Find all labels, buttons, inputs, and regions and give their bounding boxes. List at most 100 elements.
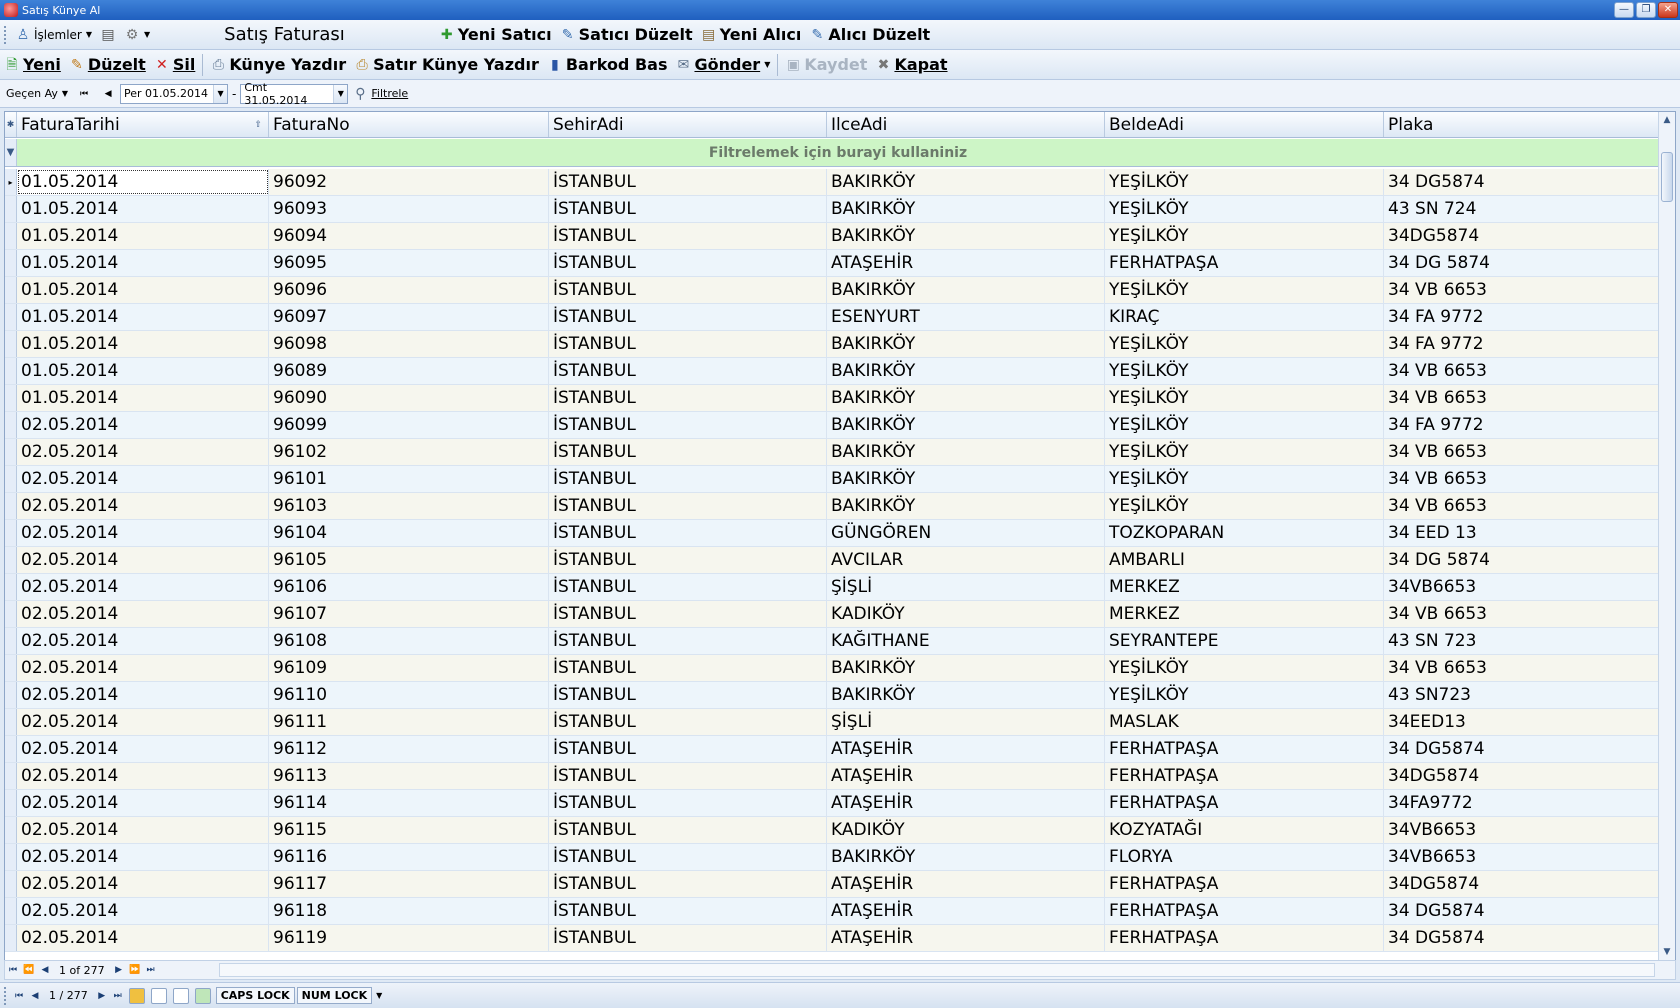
table-cell-ilceadi[interactable]: BAKIRKÖY xyxy=(827,196,1105,222)
table-cell-sehiradi[interactable]: İSTANBUL xyxy=(549,790,827,816)
table-cell-faturano[interactable]: 96117 xyxy=(269,871,549,897)
table-cell-faturatarihi[interactable]: 02.05.2014 xyxy=(17,817,269,843)
table-cell-beldeadi[interactable]: YEŞİLKÖY xyxy=(1105,385,1384,411)
settings-menu[interactable]: ⚙ ▼ xyxy=(120,23,154,47)
last-record-icon[interactable]: ⏭ xyxy=(110,991,126,1001)
chevron-down-icon[interactable]: ▼ xyxy=(333,84,348,103)
islemler-menu[interactable]: ♙ İşlemler ▼ xyxy=(11,23,96,47)
page-icon[interactable] xyxy=(172,987,189,1004)
table-row[interactable]: 01.05.2014 96095 İSTANBUL ATAŞEHİR FERHATPAŞ… xyxy=(5,250,1659,277)
table-cell-faturatarihi[interactable]: 01.05.2014 xyxy=(17,223,269,249)
table-cell-faturatarihi[interactable]: 01.05.2014 xyxy=(17,358,269,384)
table-cell-faturano[interactable]: 96107 xyxy=(269,601,549,627)
horizontal-scrollbar[interactable] xyxy=(218,963,1655,977)
table-row[interactable]: 02.05.2014 96105 İSTANBUL AVCILAR AMBARLI 34 … xyxy=(5,547,1659,574)
table-cell-faturatarihi[interactable]: 02.05.2014 xyxy=(17,763,269,789)
scroll-thumb[interactable] xyxy=(1661,152,1673,202)
table-cell-faturano[interactable]: 96090 xyxy=(269,385,549,411)
table-cell-beldeadi[interactable]: TOZKOPARAN xyxy=(1105,520,1384,546)
table-cell-faturano[interactable]: 96099 xyxy=(269,412,549,438)
table-cell-beldeadi[interactable]: YEŞİLKÖY xyxy=(1105,196,1384,222)
row-indicator[interactable] xyxy=(5,763,17,789)
row-indicator[interactable] xyxy=(5,655,17,681)
table-cell-sehiradi[interactable]: İSTANBUL xyxy=(549,601,827,627)
table-cell-faturano[interactable]: 96112 xyxy=(269,736,549,762)
table-cell-faturatarihi[interactable]: 02.05.2014 xyxy=(17,412,269,438)
table-cell-ilceadi[interactable]: BAKIRKÖY xyxy=(827,223,1105,249)
table-cell-plaka[interactable]: 43 SN 723 xyxy=(1384,628,1659,654)
table-row[interactable]: 02.05.2014 96119 İSTANBUL ATAŞEHİR FERHATPAŞ… xyxy=(5,925,1659,952)
print-kunye-button[interactable]: ⎙ Künye Yazdır xyxy=(206,53,350,77)
table-cell-plaka[interactable]: 34DG5874 xyxy=(1384,871,1659,897)
table-cell-sehiradi[interactable]: İSTANBUL xyxy=(549,196,827,222)
table-row[interactable]: 02.05.2014 96118 İSTANBUL ATAŞEHİR FERHATPAŞ… xyxy=(5,898,1659,925)
table-row[interactable]: 02.05.2014 96102 İSTANBUL BAKIRKÖY YEŞİLKÖY 3… xyxy=(5,439,1659,466)
table-cell-faturano[interactable]: 96110 xyxy=(269,682,549,708)
table-cell-plaka[interactable]: 34 FA 9772 xyxy=(1384,304,1659,330)
table-cell-sehiradi[interactable]: İSTANBUL xyxy=(549,763,827,789)
table-cell-ilceadi[interactable]: BAKIRKÖY xyxy=(827,169,1105,195)
table-cell-ilceadi[interactable]: AVCILAR xyxy=(827,547,1105,573)
table-cell-beldeadi[interactable]: YEŞİLKÖY xyxy=(1105,358,1384,384)
table-cell-plaka[interactable]: 34 VB 6653 xyxy=(1384,493,1659,519)
table-cell-sehiradi[interactable]: İSTANBUL xyxy=(549,331,827,357)
table-cell-sehiradi[interactable]: İSTANBUL xyxy=(549,628,827,654)
column-header-faturatarihi[interactable]: FaturaTarihi ⇧ xyxy=(17,112,269,137)
chart-button[interactable]: ▤ xyxy=(96,23,120,47)
minimize-button[interactable]: — xyxy=(1614,2,1634,18)
vertical-scrollbar[interactable]: ▲ ▼ xyxy=(1658,112,1675,960)
restore-button[interactable]: ❐ xyxy=(1636,2,1656,18)
calculator-icon[interactable] xyxy=(128,987,145,1004)
row-indicator[interactable] xyxy=(5,196,17,222)
table-cell-sehiradi[interactable]: İSTANBUL xyxy=(549,709,827,735)
prev-period-button[interactable]: ◀ xyxy=(96,82,120,106)
table-cell-beldeadi[interactable]: YEŞİLKÖY xyxy=(1105,277,1384,303)
table-cell-faturano[interactable]: 96108 xyxy=(269,628,549,654)
table-cell-faturatarihi[interactable]: 01.05.2014 xyxy=(17,304,269,330)
table-cell-plaka[interactable]: 43 SN723 xyxy=(1384,682,1659,708)
row-indicator[interactable] xyxy=(5,601,17,627)
table-cell-beldeadi[interactable]: MASLAK xyxy=(1105,709,1384,735)
table-cell-faturatarihi[interactable]: 02.05.2014 xyxy=(17,574,269,600)
next-page-icon[interactable]: ⏩ xyxy=(127,965,143,975)
table-row[interactable]: 02.05.2014 96107 İSTANBUL KADIKÖY MERKEZ 34 V… xyxy=(5,601,1659,628)
table-cell-faturano[interactable]: 96109 xyxy=(269,655,549,681)
table-cell-faturatarihi[interactable]: 01.05.2014 xyxy=(17,196,269,222)
next-record-icon[interactable]: ▶ xyxy=(94,991,110,1001)
table-cell-faturano[interactable]: 96111 xyxy=(269,709,549,735)
table-row[interactable]: 02.05.2014 96112 İSTANBUL ATAŞEHİR FERHATPAŞ… xyxy=(5,736,1659,763)
save-button[interactable]: ▣ Kaydet xyxy=(781,53,871,77)
first-record-icon[interactable]: ⏮ xyxy=(5,965,21,975)
close-window-button[interactable]: ✕ xyxy=(1658,2,1678,18)
table-cell-beldeadi[interactable]: YEŞİLKÖY xyxy=(1105,493,1384,519)
table-cell-plaka[interactable]: 34 VB 6653 xyxy=(1384,277,1659,303)
edit-button[interactable]: ✎ Düzelt xyxy=(65,53,150,77)
table-cell-sehiradi[interactable]: İSTANBUL xyxy=(549,466,827,492)
column-header-ilceadi[interactable]: IlceAdi xyxy=(827,112,1105,137)
table-cell-faturano[interactable]: 96105 xyxy=(269,547,549,573)
table-cell-faturano[interactable]: 96092 xyxy=(269,169,549,195)
row-indicator[interactable] xyxy=(5,412,17,438)
table-cell-ilceadi[interactable]: BAKIRKÖY xyxy=(827,493,1105,519)
table-cell-beldeadi[interactable]: MERKEZ xyxy=(1105,601,1384,627)
table-cell-ilceadi[interactable]: ESENYURT xyxy=(827,304,1105,330)
table-cell-sehiradi[interactable]: İSTANBUL xyxy=(549,655,827,681)
row-indicator[interactable] xyxy=(5,709,17,735)
table-cell-beldeadi[interactable]: YEŞİLKÖY xyxy=(1105,331,1384,357)
row-indicator[interactable] xyxy=(5,574,17,600)
filter-row[interactable]: ▼ Filtrelemek için burayi kullaniniz xyxy=(5,139,1659,167)
row-indicator[interactable] xyxy=(5,304,17,330)
table-cell-faturano[interactable]: 96102 xyxy=(269,439,549,465)
table-cell-faturatarihi[interactable]: 02.05.2014 xyxy=(17,709,269,735)
table-cell-faturatarihi[interactable]: 02.05.2014 xyxy=(17,898,269,924)
table-cell-sehiradi[interactable]: İSTANBUL xyxy=(549,250,827,276)
table-row[interactable]: 02.05.2014 96108 İSTANBUL KAĞITHANE SEYRANTE… xyxy=(5,628,1659,655)
table-cell-faturano[interactable]: 96093 xyxy=(269,196,549,222)
table-cell-faturatarihi[interactable]: 02.05.2014 xyxy=(17,790,269,816)
table-row[interactable]: 02.05.2014 96113 İSTANBUL ATAŞEHİR FERHATPAŞ… xyxy=(5,763,1659,790)
table-cell-ilceadi[interactable]: ATAŞEHİR xyxy=(827,250,1105,276)
date-to-picker[interactable]: Cmt 31.05.2014 ▼ xyxy=(240,81,349,107)
table-cell-beldeadi[interactable]: YEŞİLKÖY xyxy=(1105,655,1384,681)
table-cell-faturatarihi[interactable]: 02.05.2014 xyxy=(17,466,269,492)
table-cell-faturano[interactable]: 96113 xyxy=(269,763,549,789)
